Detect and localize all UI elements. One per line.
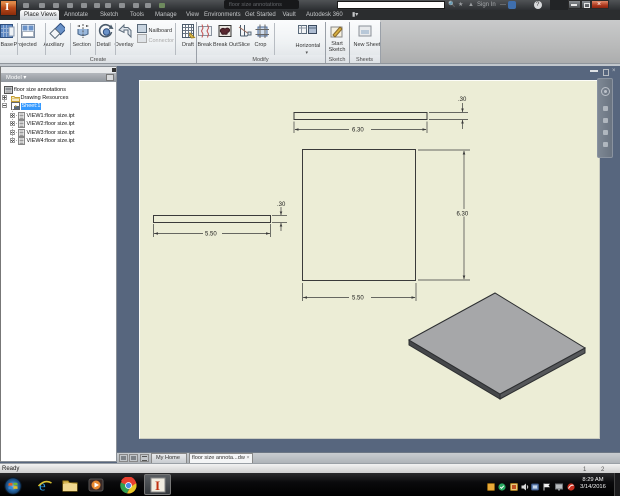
- svg-text:I: I: [155, 478, 160, 493]
- svg-text:5.50: 5.50: [205, 232, 217, 238]
- svg-text:e: e: [39, 479, 46, 494]
- svg-text:5.50: 5.50: [352, 296, 364, 302]
- svg-text:6.30: 6.30: [457, 212, 469, 218]
- svg-text:.30: .30: [458, 97, 467, 103]
- svg-text:6.30: 6.30: [352, 128, 364, 134]
- svg-text:.30: .30: [277, 202, 286, 208]
